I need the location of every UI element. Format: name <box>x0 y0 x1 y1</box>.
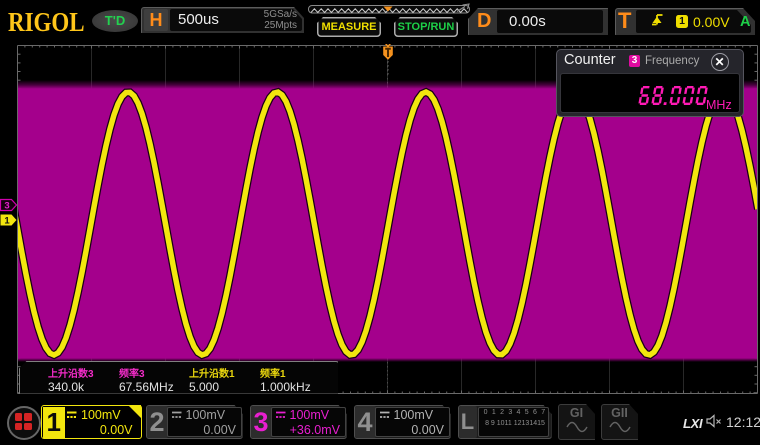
svg-text:1: 1 <box>4 216 10 227</box>
svg-text:3: 3 <box>4 201 9 212</box>
